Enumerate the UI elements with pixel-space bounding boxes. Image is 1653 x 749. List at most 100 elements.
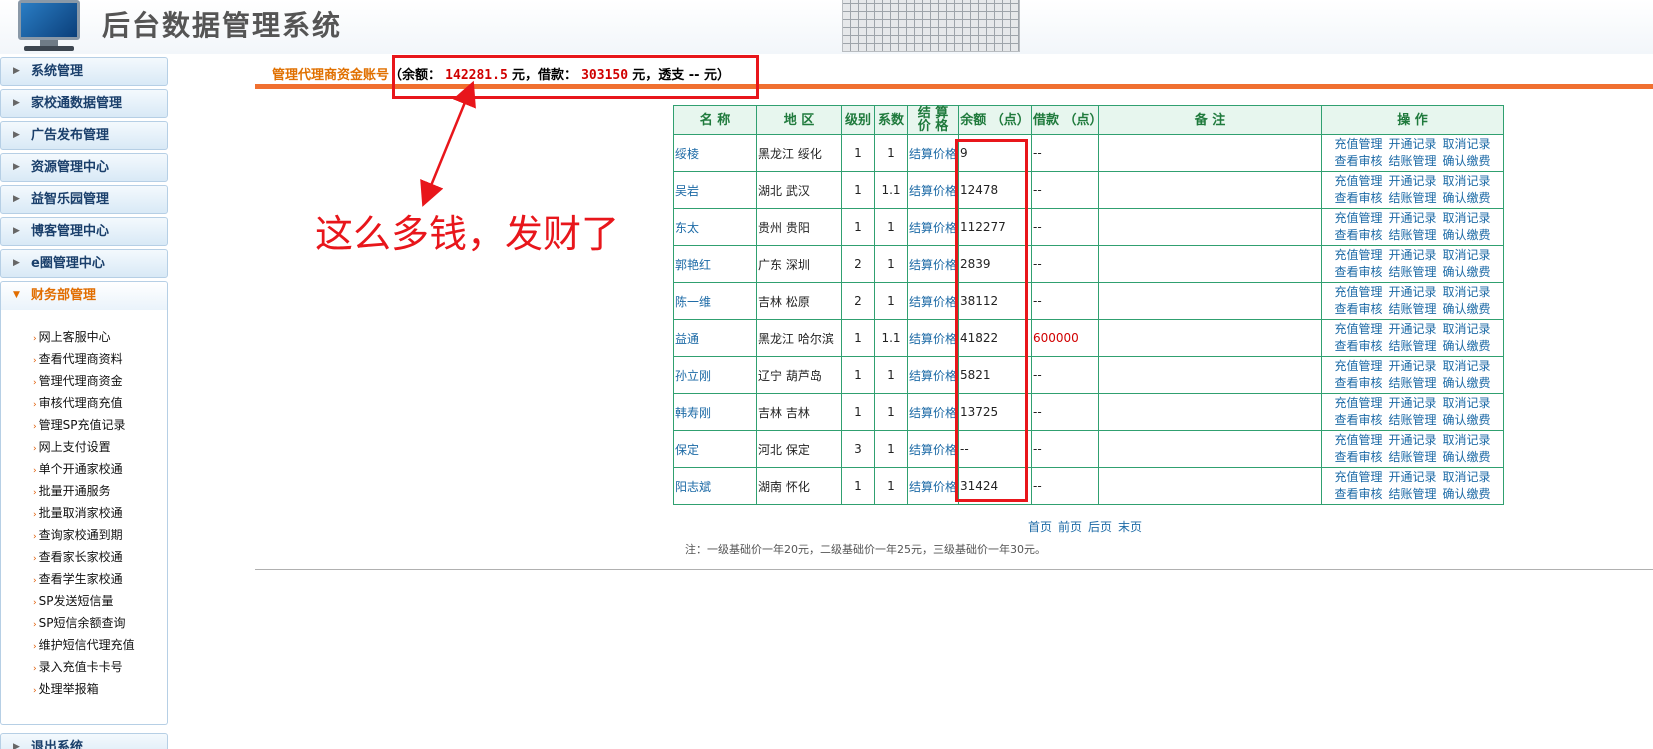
op-link-3[interactable]: 查看审核: [1334, 191, 1382, 205]
settle-price-link[interactable]: 结算价格: [907, 393, 959, 431]
op-link-5[interactable]: 确认缴费: [1443, 265, 1491, 279]
op-link-0[interactable]: 充值管理: [1334, 174, 1382, 188]
op-link-1[interactable]: 开通记录: [1388, 359, 1436, 373]
op-link-2[interactable]: 取消记录: [1443, 285, 1491, 299]
op-link-5[interactable]: 确认缴费: [1443, 413, 1491, 427]
agent-name-link[interactable]: 绥棱: [673, 134, 757, 172]
op-link-5[interactable]: 确认缴费: [1443, 339, 1491, 353]
op-link-0[interactable]: 充值管理: [1334, 396, 1382, 410]
op-link-3[interactable]: 查看审核: [1334, 487, 1382, 501]
op-link-5[interactable]: 确认缴费: [1443, 191, 1491, 205]
op-link-0[interactable]: 充值管理: [1334, 137, 1382, 151]
sidebar-menu-1[interactable]: ▶ 家校通数据管理: [0, 89, 168, 118]
finance-submenu-item[interactable]: › 维护短信代理充值: [33, 634, 167, 656]
finance-submenu-item[interactable]: › 查看学生家校通: [33, 568, 167, 590]
op-link-4[interactable]: 结账管理: [1388, 191, 1436, 205]
op-link-1[interactable]: 开通记录: [1388, 433, 1436, 447]
settle-price-link[interactable]: 结算价格: [907, 356, 959, 394]
op-link-5[interactable]: 确认缴费: [1443, 376, 1491, 390]
op-link-4[interactable]: 结账管理: [1388, 265, 1436, 279]
op-link-0[interactable]: 充值管理: [1334, 433, 1382, 447]
op-link-2[interactable]: 取消记录: [1443, 322, 1491, 336]
op-link-1[interactable]: 开通记录: [1388, 322, 1436, 336]
finance-submenu-item[interactable]: › 审核代理商充值: [33, 392, 167, 414]
finance-submenu-item[interactable]: › 录入充值卡卡号: [33, 656, 167, 678]
op-link-1[interactable]: 开通记录: [1388, 396, 1436, 410]
finance-submenu-item[interactable]: › 管理代理商资金: [33, 370, 167, 392]
op-link-1[interactable]: 开通记录: [1388, 470, 1436, 484]
op-link-1[interactable]: 开通记录: [1388, 248, 1436, 262]
sidebar-menu-7[interactable]: ▼ 财务部管理: [0, 281, 168, 310]
finance-submenu-item[interactable]: › 管理SP充值记录: [33, 414, 167, 436]
settle-price-link[interactable]: 结算价格: [907, 319, 959, 357]
pager-link-1[interactable]: 前页: [1058, 520, 1082, 534]
settle-price-link[interactable]: 结算价格: [907, 134, 959, 172]
op-link-2[interactable]: 取消记录: [1443, 174, 1491, 188]
op-link-4[interactable]: 结账管理: [1388, 154, 1436, 168]
settle-price-link[interactable]: 结算价格: [907, 282, 959, 320]
op-link-2[interactable]: 取消记录: [1443, 396, 1491, 410]
finance-submenu-item[interactable]: › 批量开通服务: [33, 480, 167, 502]
op-link-5[interactable]: 确认缴费: [1443, 228, 1491, 242]
op-link-3[interactable]: 查看审核: [1334, 265, 1382, 279]
agent-name-link[interactable]: 保定: [673, 430, 757, 468]
op-link-1[interactable]: 开通记录: [1388, 174, 1436, 188]
finance-submenu-item[interactable]: › SP短信余额查询: [33, 612, 167, 634]
agent-name-link[interactable]: 吴岩: [673, 171, 757, 209]
op-link-3[interactable]: 查看审核: [1334, 450, 1382, 464]
op-link-0[interactable]: 充值管理: [1334, 359, 1382, 373]
op-link-0[interactable]: 充值管理: [1334, 211, 1382, 225]
finance-submenu-item[interactable]: › 单个开通家校通: [33, 458, 167, 480]
settle-price-link[interactable]: 结算价格: [907, 467, 959, 505]
op-link-5[interactable]: 确认缴费: [1443, 487, 1491, 501]
op-link-0[interactable]: 充值管理: [1334, 322, 1382, 336]
op-link-2[interactable]: 取消记录: [1443, 470, 1491, 484]
finance-submenu-item[interactable]: › 查看家长家校通: [33, 546, 167, 568]
agent-name-link[interactable]: 阳志斌: [673, 467, 757, 505]
op-link-3[interactable]: 查看审核: [1334, 154, 1382, 168]
pager-link-2[interactable]: 后页: [1088, 520, 1112, 534]
op-link-4[interactable]: 结账管理: [1388, 302, 1436, 316]
op-link-0[interactable]: 充值管理: [1334, 470, 1382, 484]
pager-link-0[interactable]: 首页: [1028, 520, 1052, 534]
op-link-4[interactable]: 结账管理: [1388, 487, 1436, 501]
op-link-2[interactable]: 取消记录: [1443, 359, 1491, 373]
op-link-4[interactable]: 结账管理: [1388, 339, 1436, 353]
agent-name-link[interactable]: 益通: [673, 319, 757, 357]
op-link-2[interactable]: 取消记录: [1443, 248, 1491, 262]
sidebar-menu-6[interactable]: ▶ e圈管理中心: [0, 249, 168, 278]
op-link-4[interactable]: 结账管理: [1388, 228, 1436, 242]
op-link-5[interactable]: 确认缴费: [1443, 154, 1491, 168]
sidebar-menu-4[interactable]: ▶ 益智乐园管理: [0, 185, 168, 214]
op-link-1[interactable]: 开通记录: [1388, 137, 1436, 151]
agent-name-link[interactable]: 东太: [673, 208, 757, 246]
finance-submenu-item[interactable]: › SP发送短信量: [33, 590, 167, 612]
finance-submenu-item[interactable]: › 处理举报箱: [33, 678, 167, 700]
agent-name-link[interactable]: 郭艳红: [673, 245, 757, 283]
op-link-5[interactable]: 确认缴费: [1443, 302, 1491, 316]
finance-submenu-item[interactable]: › 批量取消家校通: [33, 502, 167, 524]
finance-submenu-item[interactable]: › 网上客服中心: [33, 326, 167, 348]
fund-account-label[interactable]: 管理代理商资金账号: [272, 68, 389, 83]
op-link-3[interactable]: 查看审核: [1334, 413, 1382, 427]
op-link-0[interactable]: 充值管理: [1334, 248, 1382, 262]
op-link-2[interactable]: 取消记录: [1443, 137, 1491, 151]
settle-price-link[interactable]: 结算价格: [907, 171, 959, 209]
sidebar-menu-0[interactable]: ▶ 系统管理: [0, 57, 168, 86]
op-link-0[interactable]: 充值管理: [1334, 285, 1382, 299]
settle-price-link[interactable]: 结算价格: [907, 208, 959, 246]
op-link-3[interactable]: 查看审核: [1334, 228, 1382, 242]
op-link-3[interactable]: 查看审核: [1334, 339, 1382, 353]
sidebar-menu-5[interactable]: ▶ 博客管理中心: [0, 217, 168, 246]
finance-submenu-item[interactable]: › 查询家校通到期: [33, 524, 167, 546]
agent-name-link[interactable]: 孙立刚: [673, 356, 757, 394]
op-link-4[interactable]: 结账管理: [1388, 413, 1436, 427]
pager-link-3[interactable]: 末页: [1118, 520, 1142, 534]
op-link-2[interactable]: 取消记录: [1443, 433, 1491, 447]
agent-name-link[interactable]: 韩寿刚: [673, 393, 757, 431]
op-link-3[interactable]: 查看审核: [1334, 302, 1382, 316]
sidebar-menu-2[interactable]: ▶ 广告发布管理: [0, 121, 168, 150]
settle-price-link[interactable]: 结算价格: [907, 430, 959, 468]
op-link-1[interactable]: 开通记录: [1388, 211, 1436, 225]
op-link-1[interactable]: 开通记录: [1388, 285, 1436, 299]
